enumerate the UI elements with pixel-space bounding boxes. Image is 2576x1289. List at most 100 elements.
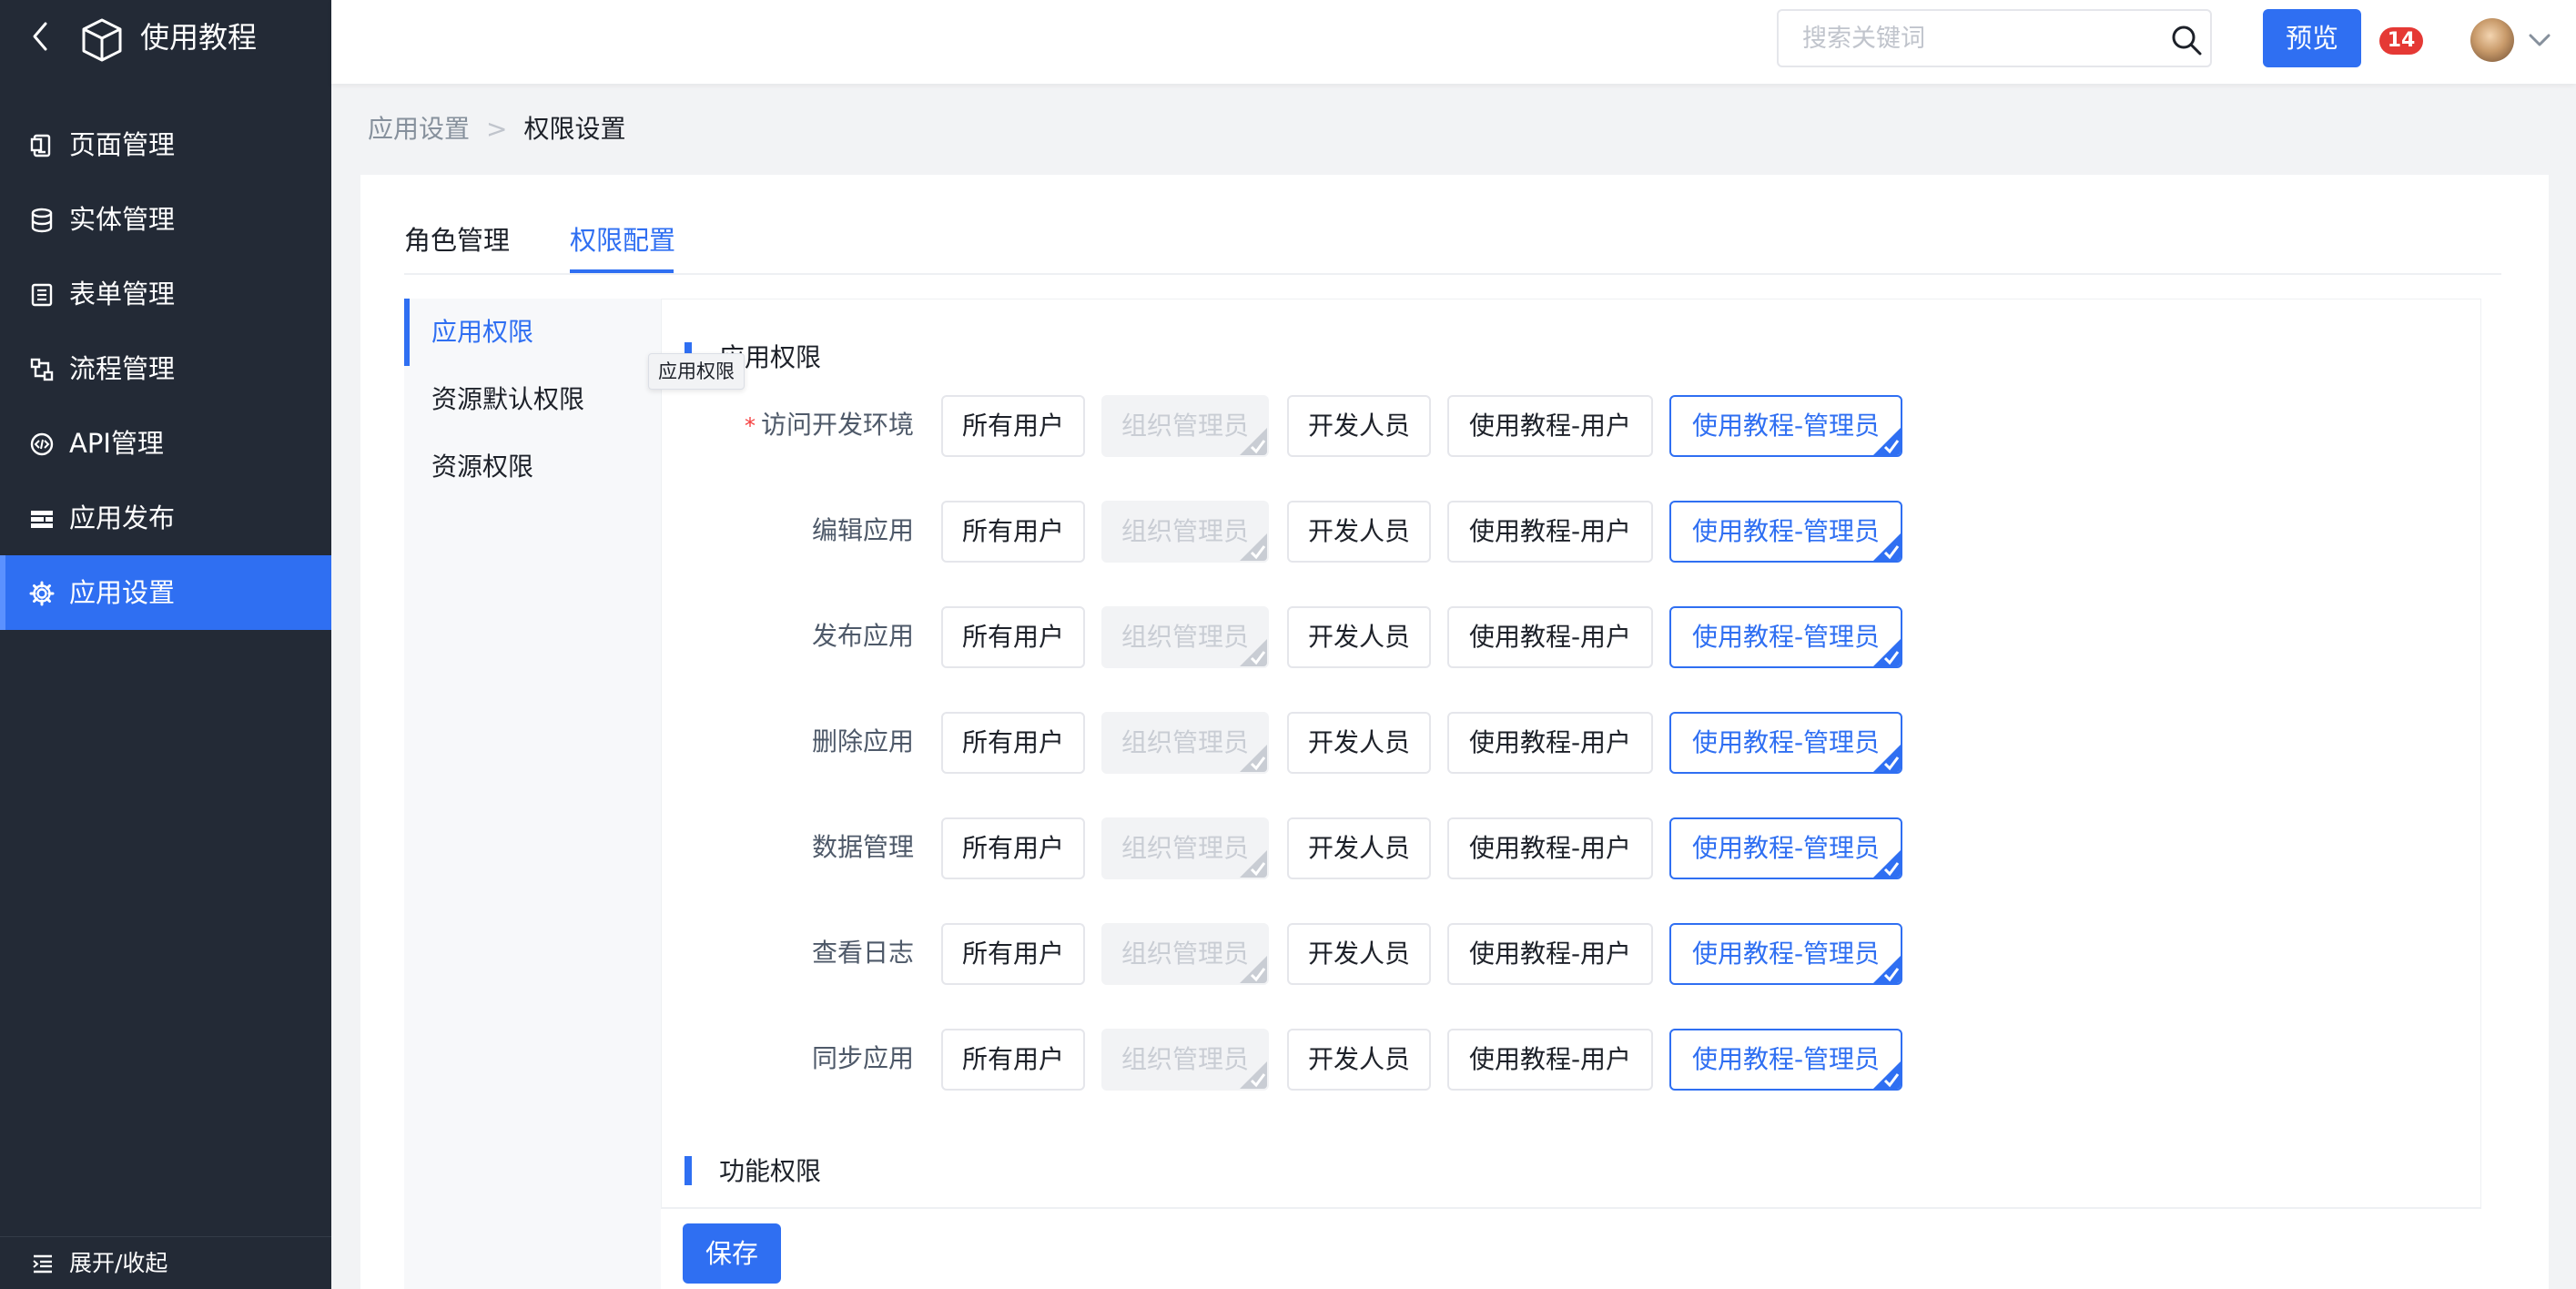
permission-option[interactable]: 使用教程-管理员	[1669, 817, 1902, 879]
avatar[interactable]	[2470, 18, 2514, 62]
permission-option-label: 组织管理员	[1121, 622, 1249, 652]
sidebar-item-forms[interactable]: 表单管理	[0, 257, 331, 331]
permission-row-label: 数据管理	[668, 828, 914, 867]
permission-option-label: 使用教程-用户	[1468, 833, 1632, 863]
preview-button[interactable]: 预览	[2263, 9, 2361, 67]
permission-option-label: 开发人员	[1307, 727, 1410, 757]
permission-option-label: 开发人员	[1307, 833, 1410, 863]
tab-permission-config[interactable]: 权限配置	[570, 220, 675, 260]
permission-option[interactable]: 使用教程-管理员	[1669, 395, 1902, 457]
permission-option[interactable]: 使用教程-用户	[1447, 395, 1653, 457]
search-box	[1777, 9, 2212, 67]
permission-option[interactable]: 使用教程-用户	[1447, 817, 1653, 879]
permission-option[interactable]: 开发人员	[1287, 1029, 1431, 1091]
subnav-item-resource-default[interactable]: 资源默认权限	[404, 366, 661, 433]
permission-option[interactable]: 使用教程-用户	[1447, 1029, 1653, 1091]
permission-option-label: 所有用户	[961, 939, 1064, 969]
search-icon[interactable]	[2170, 24, 2203, 56]
api-icon	[30, 432, 54, 456]
permission-option-label: 所有用户	[961, 727, 1064, 757]
sidebar-item-pages[interactable]: 页面管理	[0, 107, 331, 182]
sidebar-item-api[interactable]: API管理	[0, 406, 331, 481]
permission-row-label-text: 查看日志	[811, 938, 914, 968]
permission-option[interactable]: 使用教程-用户	[1447, 501, 1653, 563]
permission-option-label: 所有用户	[961, 622, 1064, 652]
permission-option[interactable]: 开发人员	[1287, 817, 1431, 879]
permission-option[interactable]: 使用教程-管理员	[1669, 606, 1902, 668]
check-corner-icon	[1240, 533, 1267, 561]
permission-option-label: 使用教程-管理员	[1691, 516, 1881, 546]
permission-option-label: 组织管理员	[1121, 1044, 1249, 1074]
indent-icon	[33, 1254, 52, 1274]
sidebar: 使用教程 页面管理 实体管理 表单管理 流程管理 API管理 应用发布 应用设置…	[0, 0, 331, 1289]
permission-row-label: 删除应用	[668, 723, 914, 761]
sidebar-header: 使用教程	[0, 0, 331, 75]
sidebar-item-label: 实体管理	[69, 204, 176, 235]
permission-option[interactable]: 所有用户	[941, 923, 1085, 985]
check-corner-icon	[1873, 428, 1901, 455]
permission-option-label: 开发人员	[1307, 1044, 1410, 1074]
permission-option-label: 所有用户	[961, 1044, 1064, 1074]
permission-option[interactable]: 使用教程-管理员	[1669, 501, 1902, 563]
expand-collapse-toggle[interactable]: 展开/收起	[0, 1236, 331, 1289]
permission-row-label: 查看日志	[668, 934, 914, 972]
permission-option-label: 组织管理员	[1121, 411, 1249, 441]
permission-option-label: 使用教程-用户	[1468, 622, 1632, 652]
permission-option[interactable]: 使用教程-管理员	[1669, 712, 1902, 774]
permission-option[interactable]: 所有用户	[941, 395, 1085, 457]
permission-option[interactable]: 开发人员	[1287, 501, 1431, 563]
app-cube-icon	[82, 18, 122, 62]
permission-option[interactable]: 使用教程-管理员	[1669, 1029, 1902, 1091]
permission-row-label-text: 编辑应用	[811, 515, 914, 545]
permission-option[interactable]: 所有用户	[941, 501, 1085, 563]
permission-option[interactable]: 所有用户	[941, 817, 1085, 879]
search-input[interactable]	[1802, 20, 2148, 56]
permission-option[interactable]: 所有用户	[941, 606, 1085, 668]
sidebar-item-flows[interactable]: 流程管理	[0, 331, 331, 406]
tab-role-management[interactable]: 角色管理	[404, 220, 510, 260]
permission-option[interactable]: 所有用户	[941, 1029, 1085, 1091]
save-button[interactable]: 保存	[683, 1223, 781, 1284]
permission-option[interactable]: 使用教程-用户	[1447, 923, 1653, 985]
sidebar-item-publish[interactable]: 应用发布	[0, 481, 331, 555]
sidebar-item-entities[interactable]: 实体管理	[0, 182, 331, 257]
chevron-down-icon[interactable]	[2527, 27, 2552, 53]
sidebar-item-label: 表单管理	[69, 279, 176, 310]
subnav-item-resource-permissions[interactable]: 资源权限	[404, 433, 661, 501]
permission-option-label: 组织管理员	[1121, 516, 1249, 546]
breadcrumb-current: 权限设置	[523, 114, 626, 144]
permission-row-label: 发布应用	[668, 617, 914, 655]
permission-option-label: 开发人员	[1307, 939, 1410, 969]
permission-option[interactable]: 开发人员	[1287, 395, 1431, 457]
tooltip: 应用权限	[648, 353, 745, 390]
permission-option[interactable]: 开发人员	[1287, 606, 1431, 668]
active-tab-indicator	[570, 269, 674, 273]
back-arrow-icon[interactable]	[29, 18, 51, 55]
permission-option[interactable]: 开发人员	[1287, 923, 1431, 985]
database-icon	[31, 208, 53, 233]
check-corner-icon	[1240, 1061, 1267, 1089]
sidebar-item-label: API管理	[69, 428, 164, 459]
permission-option[interactable]: 使用教程-管理员	[1669, 923, 1902, 985]
permission-option[interactable]: 开发人员	[1287, 712, 1431, 774]
check-corner-icon	[1873, 639, 1901, 666]
notification-badge[interactable]: 14	[2379, 27, 2423, 55]
permission-row-label-text: 数据管理	[811, 832, 914, 862]
section-bar	[685, 1156, 692, 1185]
publish-icon	[31, 511, 53, 528]
permission-option[interactable]: 使用教程-用户	[1447, 712, 1653, 774]
check-corner-icon	[1873, 745, 1901, 772]
permission-option: 组织管理员	[1101, 1029, 1269, 1091]
sidebar-item-settings[interactable]: 应用设置	[0, 555, 331, 630]
check-corner-icon	[1240, 639, 1267, 666]
tabs-divider	[404, 273, 2501, 275]
breadcrumb-parent[interactable]: 应用设置	[368, 114, 470, 144]
app-title: 使用教程	[140, 20, 258, 55]
permission-option[interactable]: 所有用户	[941, 712, 1085, 774]
breadcrumb-separator: >	[486, 114, 508, 144]
permission-option[interactable]: 使用教程-用户	[1447, 606, 1653, 668]
subnav-item-app-permissions[interactable]: 应用权限	[404, 299, 661, 366]
permission-subnav: 应用权限 资源默认权限 资源权限	[404, 299, 661, 1289]
expand-collapse-label: 展开/收起	[69, 1250, 168, 1276]
permission-option: 组织管理员	[1101, 923, 1269, 985]
